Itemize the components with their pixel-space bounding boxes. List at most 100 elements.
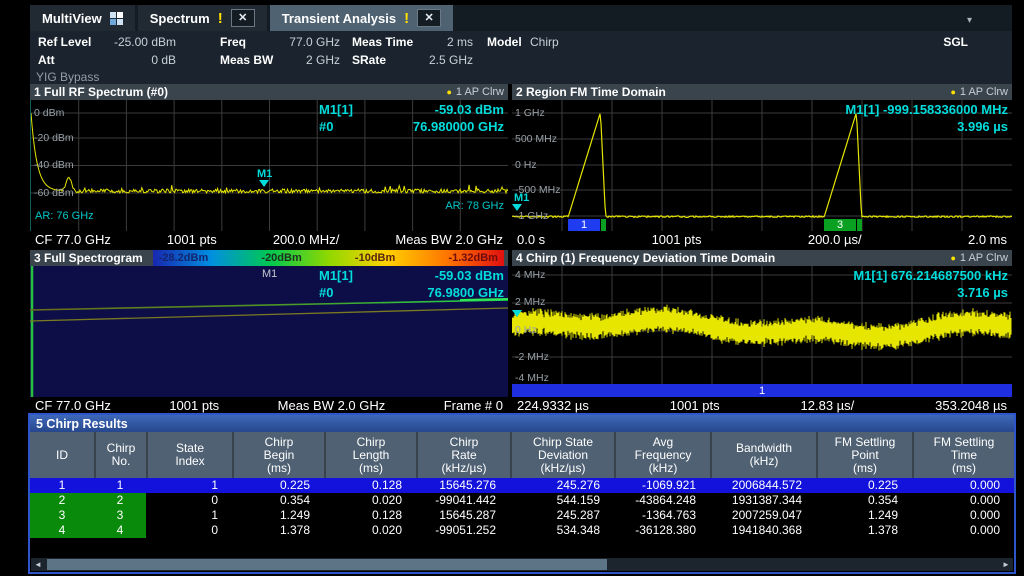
chirp-region-2[interactable] [601,219,606,231]
cell-settling-point: 0.354 [816,493,912,508]
close-tab-transient-button[interactable]: ✕ [417,9,441,27]
panel1-header: 1 Full RF Spectrum (#0) ● 1 AP Clrw [30,84,508,100]
panel1-marker-readout: M1[1]-59.03 dBm #076.980000 GHz [319,101,504,135]
marker-name: M1[1] [319,102,353,117]
att-label: Att [38,53,55,67]
panel1-footer: CF 77.0 GHz 1001 pts 200.0 MHz/ Meas BW … [30,231,508,247]
scrollbar-thumb[interactable] [47,559,607,570]
tab-transient-label: Transient Analysis [282,11,396,26]
panel2-title: 2 Region FM Time Domain [516,85,666,99]
footer-points: 1001 pts [167,232,217,247]
cell-chirp-rate: 15645.276 [416,478,510,493]
cell-avg-frequency: -1364.763 [614,508,710,523]
table-row[interactable]: 2 2 0 0.354 0.020 -99041.442 544.159 -43… [30,493,1014,508]
results-title: 5 Chirp Results [30,415,1014,432]
footer-frame: Frame # 0 [444,398,503,413]
scale-label: -28.2dBm [159,252,209,264]
y-axis-label: 500 MHz [515,133,557,145]
col-header-state-index: State Index [146,432,232,478]
panel3-plot[interactable]: M1 M1[1]-59.03 dBm #076.9800 GHz [30,266,508,397]
panel-full-rf-spectrum[interactable]: 1 Full RF Spectrum (#0) ● 1 AP Clrw 0 dB… [30,84,508,247]
model-value[interactable]: Chirp [530,35,559,49]
table-row[interactable]: 1 1 1 0.225 0.128 15645.276 245.276 -106… [30,478,1014,493]
m1-marker-label: M1 [257,168,272,180]
cell-chirp-rate: -99051.252 [416,523,510,538]
analysis-region-left: AR: 76 GHz [35,210,94,222]
col-header-avg-frequency: Avg Frequency (kHz) [614,432,710,478]
tab-multiview-label: MultiView [42,11,102,26]
meas-time-value[interactable]: 2 ms [420,35,473,49]
horizontal-scrollbar[interactable]: ◄ ► [31,558,1013,571]
y-axis-label: 0 Hz [515,159,537,171]
footer-points: 1001 pts [652,232,702,247]
m1-marker-icon[interactable] [512,310,522,317]
cell-bandwidth: 1941840.368 [710,523,816,538]
marker-freq: 76.980000 GHz [413,119,504,134]
tab-bar: MultiView Spectrum ! ✕ Transient Analysi… [30,5,1012,31]
marker-value: M1[1] 676.214687500 kHz [853,268,1008,283]
tab-multiview[interactable]: MultiView [30,5,135,31]
model-label: Model [487,35,522,49]
footer-cf: CF 77.0 GHz [35,398,111,413]
cell-chirp-rate: -99041.442 [416,493,510,508]
panel3-footer: CF 77.0 GHz 1001 pts Meas BW 2.0 GHz Fra… [30,397,508,413]
table-row[interactable]: 3 3 1 1.249 0.128 15645.287 245.287 -136… [30,508,1014,523]
cell-id: 3 [30,508,94,523]
panel-chirp-freq-deviation[interactable]: 4 Chirp (1) Frequency Deviation Time Dom… [512,250,1012,413]
col-header-chirp-state-deviation: Chirp State Deviation (kHz/µs) [510,432,614,478]
tab-transient-analysis[interactable]: Transient Analysis ! ✕ [270,5,453,31]
tab-spectrum-label: Spectrum [150,11,210,26]
panel2-marker-readout: M1[1] -999.158336000 MHz 3.996 µs [845,101,1008,135]
footer-span-per-div: 200.0 MHz/ [273,232,339,247]
panel1-plot[interactable]: 0 dBm -20 dBm -40 dBm -60 dBm M1[1]-59.0… [30,100,508,231]
footer-stop: 353.2048 µs [935,398,1007,413]
cell-avg-frequency: -1069.921 [614,478,710,493]
marker-time: 3.996 µs [957,119,1008,134]
panel4-plot[interactable]: 4 MHz 2 MHz 0 Hz -2 MHz -4 MHz M1[1] 676… [512,266,1012,384]
cell-bandwidth: 2007259.047 [710,508,816,523]
marker-value: M1[1] -999.158336000 MHz [845,102,1008,117]
measurement-toolbar: Ref Level -25.00 dBm Att 0 dB Freq 77.0 … [30,31,1012,84]
att-value[interactable]: 0 dB [88,53,176,67]
panel2-plot[interactable]: 1 GHz 500 MHz 0 Hz -500 MHz -1 GHz M1[1]… [512,100,1012,231]
panel-full-spectrogram[interactable]: 3 Full Spectrogram -28.2dBm -20dBm -10dB… [30,250,508,413]
footer-cf: CF 77.0 GHz [35,232,111,247]
panel-region-fm-time-domain[interactable]: 2 Region FM Time Domain ● 1 AP Clrw 1 GH… [512,84,1012,247]
panel2-trace-label: 1 AP Clrw [960,86,1008,98]
y-axis-label: 2 MHz [515,296,545,308]
scroll-right-icon[interactable]: ► [999,558,1013,571]
cell-settling-point: 0.225 [816,478,912,493]
chirp-region-1[interactable]: 1 [568,219,600,231]
cell-id: 4 [30,523,94,538]
panel-chirp-results[interactable]: 5 Chirp Results ID Chirp No. State Index… [28,413,1016,574]
scale-label: -20dBm [261,252,301,264]
panel3-marker-readout: M1[1]-59.03 dBm #076.9800 GHz [319,267,504,301]
chirp-region-4[interactable] [857,219,862,231]
freq-value[interactable]: 77.0 GHz [270,35,340,49]
scroll-left-icon[interactable]: ◄ [31,558,45,571]
cell-deviation: 534.348 [510,523,614,538]
cell-chirp-no: 2 [94,493,146,508]
y-axis-label: -20 dBm [34,132,74,144]
cell-settling-point: 1.378 [816,523,912,538]
tab-spectrum[interactable]: Spectrum ! ✕ [138,5,267,31]
table-row[interactable]: 4 4 0 1.378 0.020 -99051.252 534.348 -36… [30,523,1014,538]
cell-deviation: 245.287 [510,508,614,523]
close-tab-spectrum-button[interactable]: ✕ [231,9,255,27]
panel1-trace-info: ● 1 AP Clrw [446,86,504,98]
panel2-header: 2 Region FM Time Domain ● 1 AP Clrw [512,84,1012,100]
m1-marker-icon[interactable] [512,204,522,211]
cell-avg-frequency: -36128.380 [614,523,710,538]
tab-menu-caret-icon[interactable]: ▾ [967,15,972,26]
col-header-bandwidth: Bandwidth (kHz) [710,432,816,478]
cell-chirp-begin: 1.378 [232,523,324,538]
chirp-region-3[interactable]: 3 [824,219,856,231]
marker-freq: 76.9800 GHz [427,285,504,300]
cell-chirp-length: 0.020 [324,493,416,508]
ref-level-value[interactable]: -25.00 dBm [88,35,176,49]
m1-marker-icon[interactable] [259,180,269,187]
sgl-mode-badge: SGL [943,35,968,49]
meas-bw-value[interactable]: 2 GHz [270,53,340,67]
srate-value[interactable]: 2.5 GHz [420,53,473,67]
trace-dot-icon: ● [446,87,451,97]
